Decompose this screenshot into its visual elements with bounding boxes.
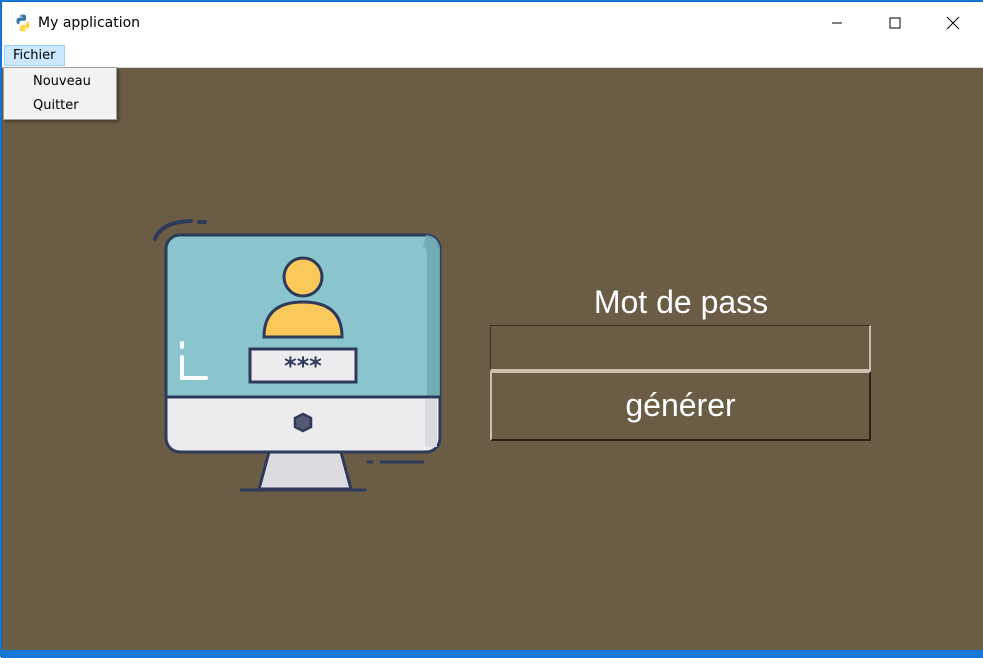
- python-app-icon: [13, 13, 33, 33]
- window-title: My application: [38, 15, 141, 31]
- maximize-icon: [889, 17, 901, 29]
- menu-fichier[interactable]: Fichier: [4, 45, 65, 66]
- menu-bar: Fichier: [2, 44, 983, 68]
- password-input[interactable]: [490, 325, 871, 371]
- minimize-button[interactable]: [808, 2, 866, 44]
- minimize-icon: [832, 22, 842, 24]
- close-button[interactable]: [924, 2, 982, 44]
- generate-button[interactable]: générer: [490, 371, 871, 441]
- password-label: Mot de pass: [593, 284, 769, 320]
- menu-item-nouveau[interactable]: Nouveau: [33, 74, 91, 89]
- fichier-dropdown-menu: Nouveau Quitter: [3, 67, 117, 120]
- menu-item-quitter[interactable]: Quitter: [33, 98, 79, 113]
- app-window: My application Fichier *** Mot de pass g…: [0, 0, 983, 658]
- monitor-login-illustration: ***: [153, 219, 442, 492]
- close-icon: [946, 16, 960, 30]
- illustration-asterisks: ***: [284, 352, 322, 380]
- maximize-button[interactable]: [866, 2, 924, 44]
- title-bar[interactable]: My application: [2, 2, 983, 44]
